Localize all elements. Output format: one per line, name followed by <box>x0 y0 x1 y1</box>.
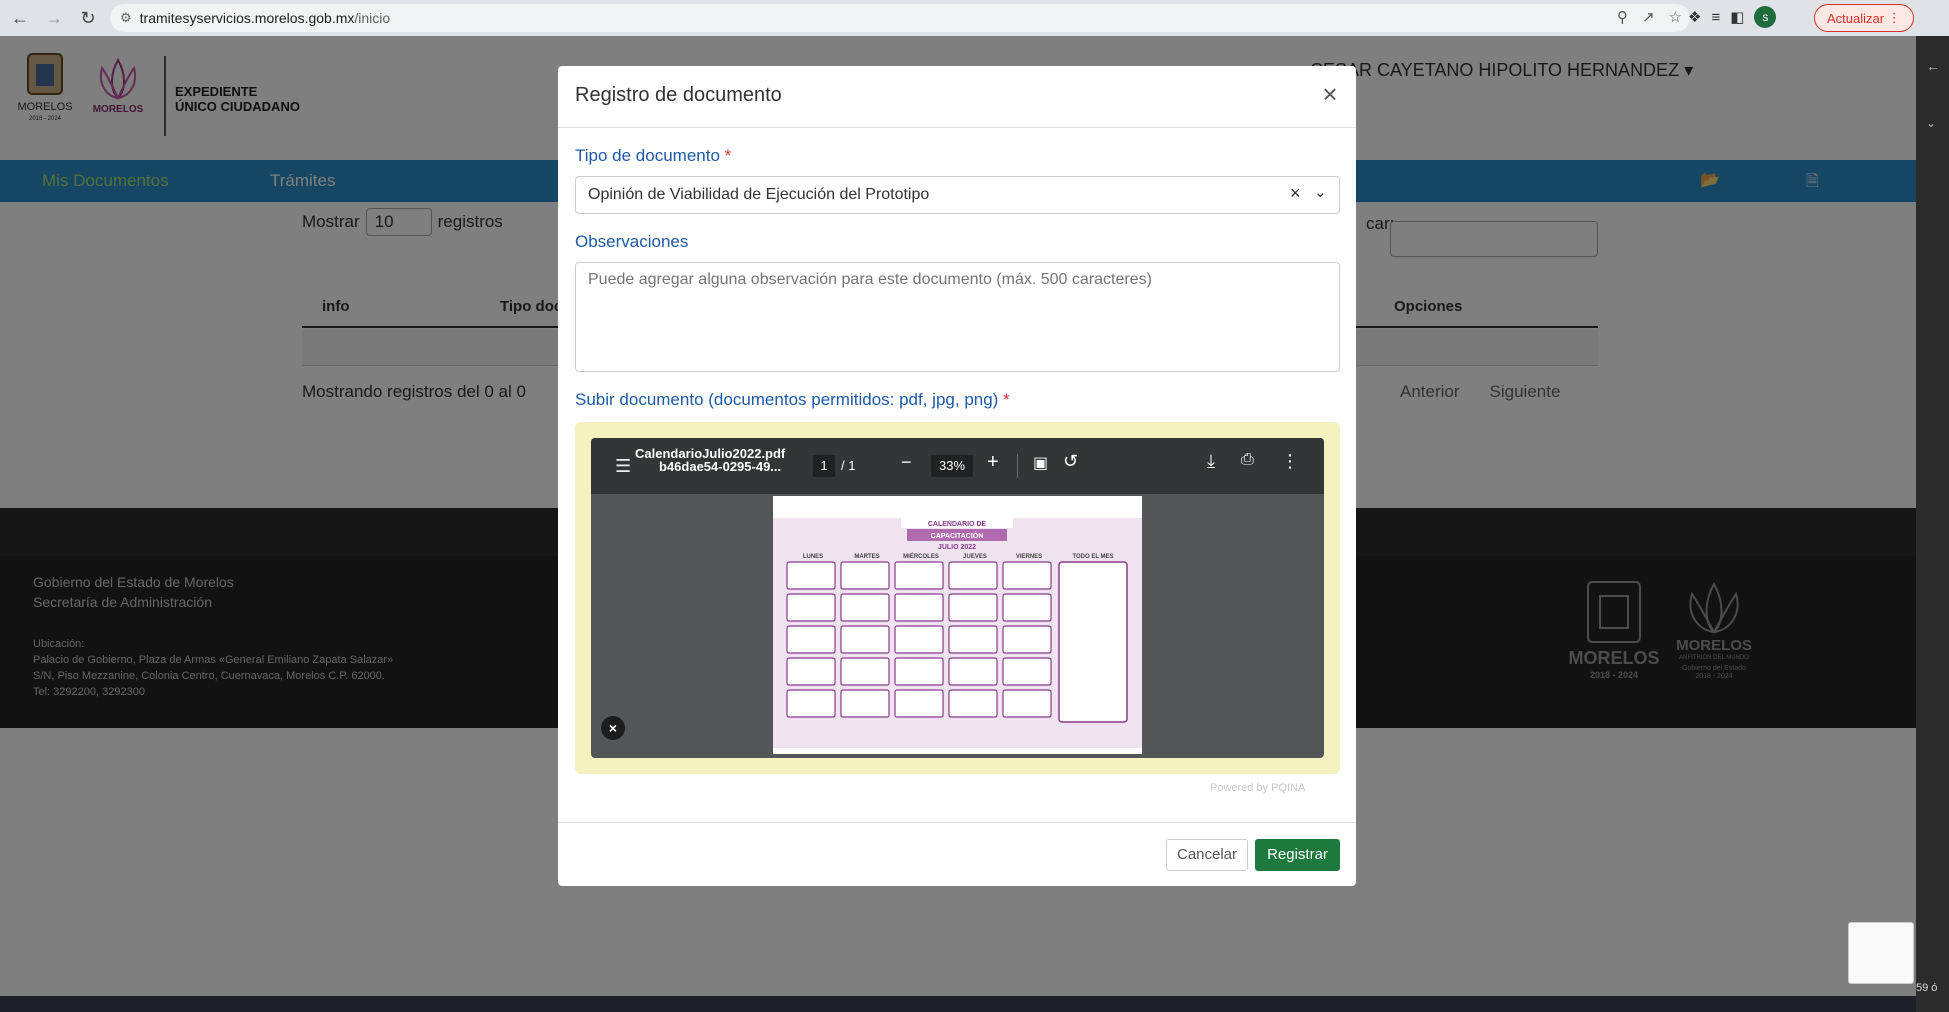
upload-required-mark: * <box>1003 390 1010 409</box>
share-icon[interactable]: ↗ <box>1642 8 1655 26</box>
pdf-calendar-title-3: JULIO 2022 <box>938 544 976 551</box>
pdf-calendar-title-1: CALENDARIO DE <box>928 521 987 528</box>
pdf-toolbar: ☰ CalendarioJulio2022.pdf b46dae54-0295-… <box>591 438 1324 494</box>
pdf-preview[interactable]: ☰ CalendarioJulio2022.pdf b46dae54-0295-… <box>591 438 1324 758</box>
chevron-down-icon[interactable]: ⌄ <box>1314 183 1327 201</box>
pdf-day-1: LUNES <box>803 554 823 560</box>
side-panel-time: 59 ó <box>1916 982 1938 994</box>
pdf-zoom-level[interactable]: 33% <box>931 455 973 477</box>
pdf-page-total: / 1 <box>841 458 856 473</box>
pdf-calendar-cell <box>948 593 998 622</box>
pdf-day-4: JUEVES <box>963 554 987 560</box>
tipo-documento-value: Opinión de Viabilidad de Ejecución del P… <box>588 186 930 203</box>
browser-toolbar: ← → ↻ ⚙ tramitesyservicios.morelos.gob.m… <box>0 0 1949 36</box>
pdf-calendar-cell <box>840 561 890 590</box>
download-icon[interactable]: ⤓ <box>1207 451 1215 472</box>
puzzle-icon[interactable]: ❖ <box>1688 8 1701 26</box>
tipo-label: Tipo de documento * <box>575 146 731 166</box>
powered-by: Powered by PQINA <box>1210 782 1306 794</box>
pdf-day-5: VIERNES <box>1016 554 1042 560</box>
reload-icon[interactable]: ↻ <box>74 4 102 32</box>
update-button[interactable]: Actualizar ⋮ <box>1814 4 1914 32</box>
pdf-calendar-cell <box>1002 561 1052 590</box>
pdf-calendar-title-2: CAPACITACIÓN <box>931 531 984 540</box>
modal-header: Registro de documento × <box>558 66 1356 128</box>
pdf-calendar-cell <box>1002 625 1052 654</box>
pdf-calendar-cell <box>894 561 944 590</box>
rotate-icon[interactable]: ↺ <box>1063 451 1078 472</box>
browser-side-panel: ← ⌄ 59 ó <box>1916 36 1949 1012</box>
pdf-calendar-cell <box>948 625 998 654</box>
pdf-calendar-cell <box>948 689 998 718</box>
pdf-day-2: MARTES <box>854 554 879 560</box>
forward-icon[interactable]: → <box>40 4 68 32</box>
pdf-calendar-cell <box>786 689 836 718</box>
pdf-calendar-grid <box>786 561 1052 718</box>
pdf-calendar-cell <box>786 593 836 622</box>
required-mark: * <box>724 146 732 165</box>
pdf-calendar-cell <box>894 593 944 622</box>
pdf-page-input[interactable]: 1 <box>813 455 835 477</box>
menu-icon[interactable]: ☰ <box>615 456 631 477</box>
observaciones-textarea[interactable] <box>575 262 1340 372</box>
document-register-modal: Registro de documento × Tipo de document… <box>558 66 1356 886</box>
zoom-out-icon[interactable]: − <box>901 452 912 473</box>
pdf-calendar-cell <box>1002 689 1052 718</box>
zoom-in-icon[interactable]: + <box>987 451 999 474</box>
side-arrow-icon[interactable]: ← <box>1926 58 1940 74</box>
pdf-calendar-cell <box>948 561 998 590</box>
pdf-toolbar-divider <box>1017 454 1018 478</box>
url-host: tramitesyservicios.morelos.gob.mx <box>139 10 355 26</box>
pdf-calendar-cell <box>894 689 944 718</box>
pdf-calendar-cell <box>786 657 836 686</box>
pdf-calendar-cell <box>894 657 944 686</box>
print-icon[interactable]: ⎙ <box>1241 451 1254 469</box>
upload-label: Subir documento (documentos permitidos: … <box>575 390 1010 410</box>
close-icon[interactable]: × <box>1316 80 1344 108</box>
modal-title: Registro de documento <box>575 84 782 106</box>
more-icon[interactable]: ⋮ <box>1281 451 1299 472</box>
taskbar <box>0 996 1916 1012</box>
pdf-calendar-cell <box>786 561 836 590</box>
pdf-calendar-cell <box>948 657 998 686</box>
tipo-documento-select[interactable]: Opinión de Viabilidad de Ejecución del P… <box>575 176 1340 214</box>
pdf-file-id: b46dae54-0295-49... <box>659 459 782 474</box>
url-path: /inicio <box>354 10 391 26</box>
reading-list-icon[interactable]: ≡ <box>1711 9 1720 26</box>
pdf-calendar-cell <box>786 625 836 654</box>
address-bar[interactable]: ⚙ tramitesyservicios.morelos.gob.mx/inic… <box>110 4 1690 32</box>
remove-file-button[interactable]: × <box>601 716 625 740</box>
register-button[interactable]: Registrar <box>1255 839 1340 871</box>
modal-footer: Cancelar Registrar <box>558 822 1356 886</box>
pdf-calendar-cell <box>1002 593 1052 622</box>
side-chevron-icon[interactable]: ⌄ <box>1926 116 1936 130</box>
star-icon[interactable]: ☆ <box>1669 8 1682 26</box>
pdf-calendar-cell <box>840 657 890 686</box>
upload-label-text: Subir documento (documentos permitidos: … <box>575 390 999 409</box>
pdf-calendar-cell <box>840 625 890 654</box>
cancel-button[interactable]: Cancelar <box>1166 839 1248 871</box>
pdf-calendar-cell <box>840 593 890 622</box>
pdf-page-thumbnail: CALENDARIO DE CAPACITACIÓN JULIO 2022 LU… <box>773 496 1142 754</box>
update-label: Actualizar <box>1827 10 1885 26</box>
observaciones-label: Observaciones <box>575 232 689 251</box>
site-info-icon[interactable]: ⚙ <box>120 10 132 26</box>
pdf-day-6: TODO EL MES <box>1072 554 1113 560</box>
fit-page-icon[interactable]: ▣ <box>1033 453 1048 473</box>
pdf-calendar-cell <box>840 689 890 718</box>
file-upload-area[interactable]: ☰ CalendarioJulio2022.pdf b46dae54-0295-… <box>575 422 1340 774</box>
pdf-calendar-cell <box>1002 657 1052 686</box>
clear-icon[interactable]: × <box>1290 183 1301 204</box>
recaptcha-badge[interactable] <box>1848 922 1914 984</box>
pdf-day-3: MIÉRCOLES <box>903 552 939 560</box>
tipo-label-text: Tipo de documento <box>575 146 720 165</box>
key-icon[interactable]: ⚲ <box>1617 8 1628 26</box>
profile-avatar[interactable]: s <box>1754 6 1777 28</box>
pdf-calendar-cell <box>894 625 944 654</box>
back-icon[interactable]: ← <box>6 4 34 32</box>
sidebar-icon[interactable]: ◧ <box>1730 8 1744 26</box>
